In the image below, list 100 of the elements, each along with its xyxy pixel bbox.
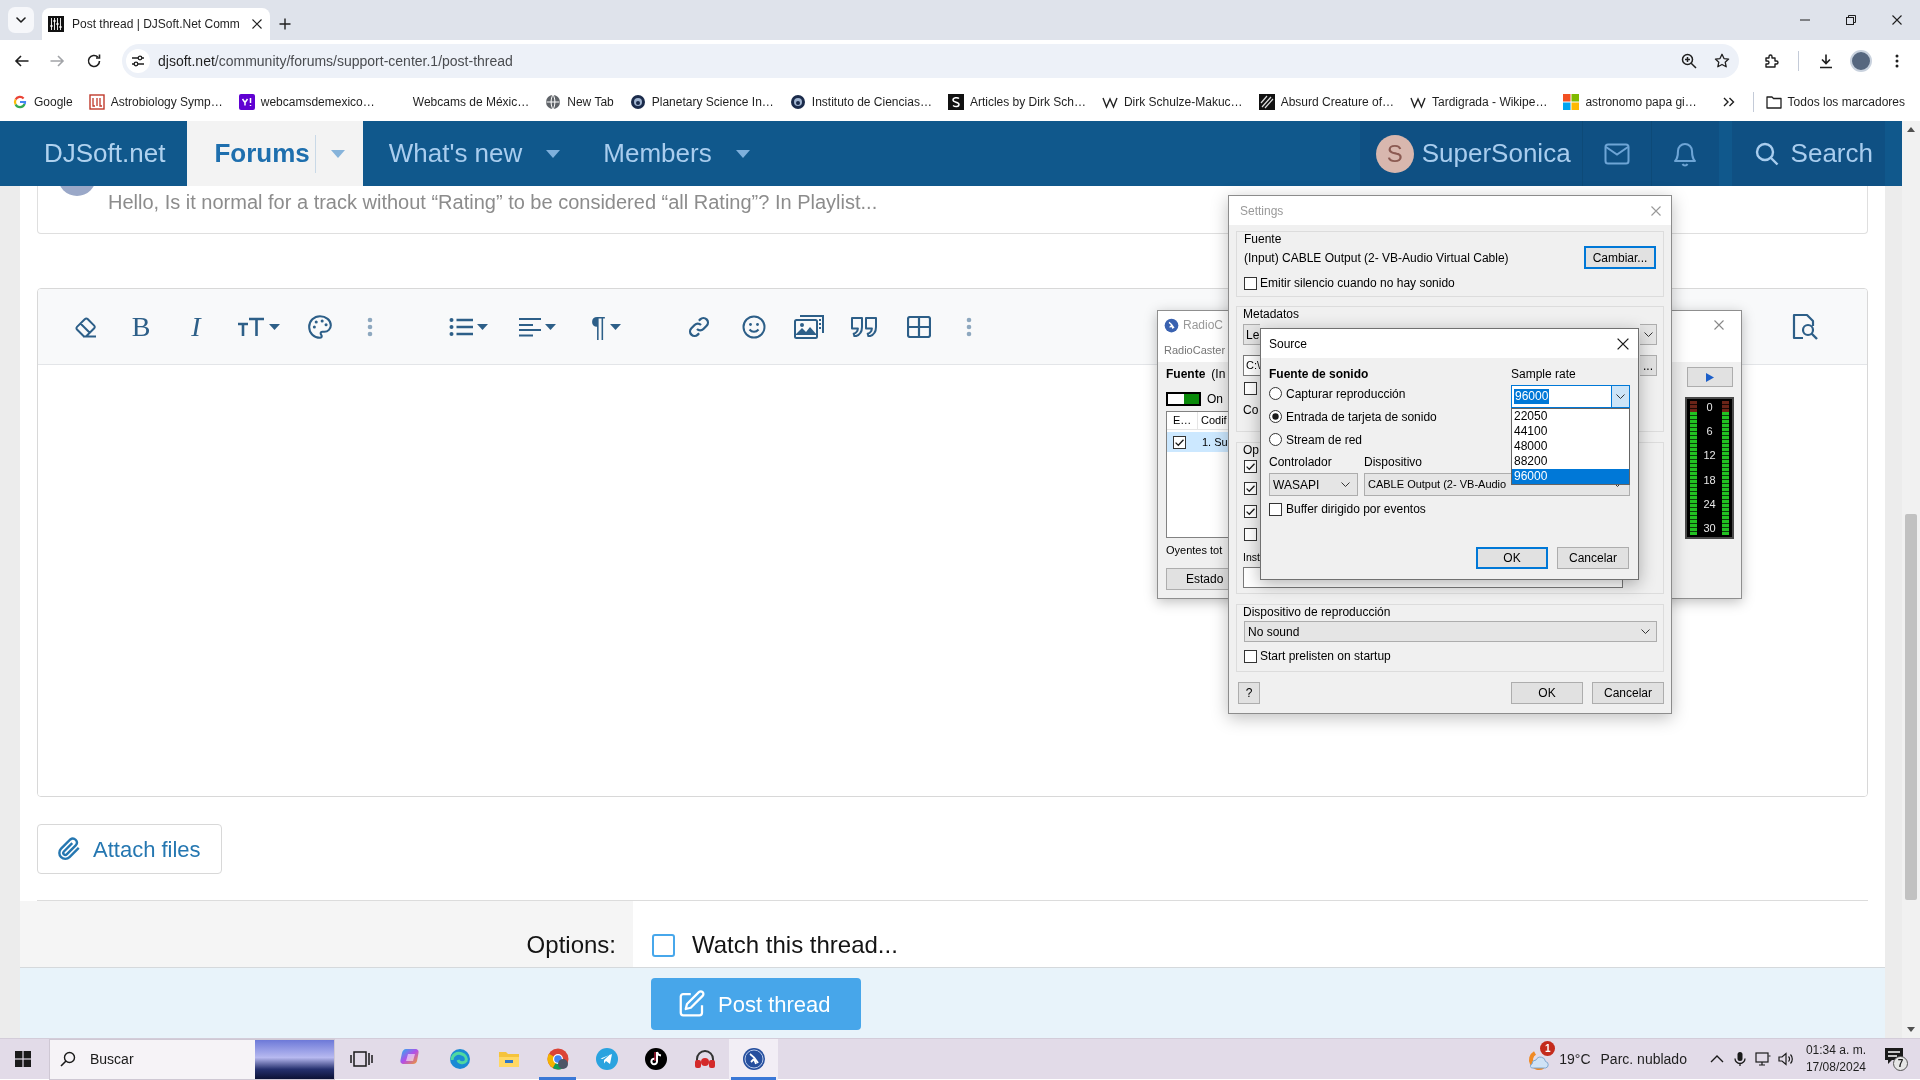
music-note-icon[interactable] bbox=[643, 1047, 668, 1071]
caret-icon[interactable] bbox=[735, 149, 750, 158]
chevron-down-icon[interactable] bbox=[1616, 394, 1625, 399]
caret-icon[interactable] bbox=[610, 323, 621, 330]
list-row[interactable]: 1. Su bbox=[1167, 432, 1228, 452]
checkbox[interactable] bbox=[1173, 435, 1186, 449]
bookmark-item[interactable]: Absurd Creature of… bbox=[1250, 87, 1402, 116]
align-left-icon[interactable] bbox=[518, 316, 541, 337]
checkbox[interactable] bbox=[1244, 504, 1257, 518]
caret-icon[interactable] bbox=[476, 323, 488, 330]
puzzle-icon[interactable] bbox=[1764, 53, 1780, 69]
radio-button[interactable] bbox=[1269, 387, 1282, 400]
mail-icon[interactable] bbox=[1603, 142, 1630, 165]
paragraph-button[interactable]: ¶ bbox=[590, 312, 606, 341]
combobox[interactable]: Le bbox=[1243, 324, 1260, 345]
star-icon[interactable] bbox=[1714, 53, 1730, 69]
reload-icon[interactable] bbox=[86, 53, 102, 69]
back-arrow-icon[interactable] bbox=[14, 53, 30, 69]
link-icon[interactable] bbox=[687, 314, 711, 339]
bookmark-item[interactable]: Tardigrada - Wikipe… bbox=[1402, 87, 1556, 116]
speaker-icon[interactable] bbox=[1777, 1051, 1794, 1067]
attach-files-button[interactable]: Attach files bbox=[37, 824, 222, 874]
weather-text[interactable]: Parc. nublado bbox=[1600, 1048, 1687, 1070]
paper-plane-icon[interactable] bbox=[594, 1047, 619, 1071]
all-bookmarks-button[interactable]: Todos los marcadores bbox=[1757, 87, 1913, 116]
checkbox[interactable] bbox=[652, 933, 675, 957]
eraser-icon[interactable] bbox=[74, 315, 98, 338]
ok-button[interactable]: OK bbox=[1476, 547, 1548, 569]
user-menu[interactable]: S SuperSonica bbox=[1359, 121, 1582, 186]
clock-date[interactable]: 17/08/2024 bbox=[1805, 1059, 1866, 1076]
browser-tab[interactable]: Post thread | DJSoft.Net Comm bbox=[42, 8, 270, 40]
caret-icon[interactable] bbox=[544, 323, 556, 330]
list-icon[interactable] bbox=[448, 316, 473, 337]
taskbar-button[interactable] bbox=[729, 1038, 778, 1080]
download-icon[interactable] bbox=[1818, 53, 1834, 69]
chevron-down-icon[interactable] bbox=[1341, 482, 1350, 487]
zoom-in-icon[interactable] bbox=[1681, 53, 1697, 69]
close-icon[interactable] bbox=[252, 19, 262, 29]
radio-button[interactable] bbox=[1269, 410, 1282, 423]
bookmark-item[interactable]: Dirk Schulze-Makuc… bbox=[1093, 87, 1251, 116]
double-chevron-icon[interactable] bbox=[1722, 96, 1735, 107]
column-header[interactable]: Codif bbox=[1198, 412, 1227, 429]
browse-button[interactable]: ... bbox=[1640, 355, 1657, 376]
column-header[interactable]: E… bbox=[1167, 412, 1198, 429]
play-button[interactable] bbox=[1687, 367, 1733, 387]
scroll-up-icon[interactable] bbox=[1907, 127, 1915, 132]
search-button[interactable]: Search bbox=[1731, 121, 1885, 186]
chevron-down-icon[interactable] bbox=[1643, 332, 1653, 337]
checkbox[interactable] bbox=[1244, 649, 1257, 663]
path-field[interactable]: C:\ bbox=[1243, 355, 1260, 376]
swirl-icon[interactable] bbox=[447, 1047, 472, 1071]
table-icon[interactable] bbox=[907, 315, 931, 338]
windows-logo-icon[interactable] bbox=[14, 1051, 31, 1067]
document-search-icon[interactable] bbox=[1791, 312, 1819, 341]
monitor-icon[interactable] bbox=[1754, 1051, 1771, 1067]
checkbox[interactable] bbox=[1269, 502, 1282, 516]
bookmark-item[interactable]: Planetary Science In… bbox=[621, 87, 782, 116]
cancel-button[interactable]: Cancelar bbox=[1592, 682, 1664, 704]
address-field[interactable]: djsoft.net/community/forums/support-center.1/post-thread bbox=[122, 44, 1739, 78]
scrollbar-thumb[interactable] bbox=[1905, 514, 1917, 900]
help-button[interactable]: ? bbox=[1238, 682, 1260, 704]
bookmark-item[interactable]: Astrobiology Symp… bbox=[80, 87, 231, 116]
quote-icon[interactable] bbox=[851, 316, 877, 337]
tab-search-button[interactable] bbox=[8, 7, 34, 33]
driver-combobox[interactable]: WASAPI bbox=[1269, 473, 1358, 496]
bookmark-item[interactable]: Instituto de Ciencias… bbox=[781, 87, 940, 116]
clock-time[interactable]: 01:34 a. m. bbox=[1805, 1042, 1866, 1059]
radio-button[interactable] bbox=[1269, 433, 1282, 446]
checkbox[interactable] bbox=[1244, 276, 1257, 290]
checkbox[interactable] bbox=[1244, 381, 1257, 395]
caret-icon[interactable] bbox=[268, 323, 280, 330]
close-icon[interactable] bbox=[1617, 337, 1629, 350]
bookmark-item[interactable]: Google bbox=[4, 87, 81, 116]
site-logo[interactable]: DJSoft.net bbox=[44, 134, 166, 173]
plus-icon[interactable] bbox=[279, 18, 291, 30]
bold-button[interactable]: B bbox=[131, 312, 151, 341]
nav-tab[interactable]: Members bbox=[577, 121, 767, 186]
restore-icon[interactable] bbox=[1846, 15, 1856, 25]
smiley-icon[interactable] bbox=[742, 314, 766, 339]
round-logo-icon[interactable] bbox=[741, 1047, 766, 1071]
ok-button[interactable]: OK bbox=[1511, 682, 1583, 704]
profile-avatar[interactable] bbox=[1850, 50, 1872, 72]
close-icon[interactable] bbox=[1892, 15, 1902, 25]
palette-icon[interactable] bbox=[307, 313, 333, 340]
bell-icon[interactable] bbox=[1674, 140, 1697, 167]
italic-button[interactable]: I bbox=[191, 312, 201, 341]
temperature-text[interactable]: 19°C bbox=[1559, 1048, 1591, 1070]
chevron-down-icon[interactable] bbox=[1641, 629, 1650, 634]
scroll-down-icon[interactable] bbox=[1907, 1027, 1915, 1032]
site-info-button[interactable] bbox=[126, 49, 150, 73]
status-button[interactable]: Estado bbox=[1166, 568, 1228, 590]
nav-tab[interactable]: Forums bbox=[187, 121, 363, 186]
bookmark-item[interactable]: webcamsdemexico… bbox=[230, 87, 383, 116]
caret-icon[interactable] bbox=[546, 149, 561, 158]
cancel-button[interactable]: Cancelar bbox=[1557, 547, 1629, 569]
text-size-icon[interactable] bbox=[236, 316, 265, 337]
nav-tab[interactable]: What's new bbox=[362, 121, 578, 186]
list-option[interactable]: 96000 bbox=[1512, 469, 1629, 484]
bookmark-item[interactable]: Webcams de Méxic… bbox=[382, 87, 538, 116]
checkbox[interactable] bbox=[1244, 527, 1257, 541]
